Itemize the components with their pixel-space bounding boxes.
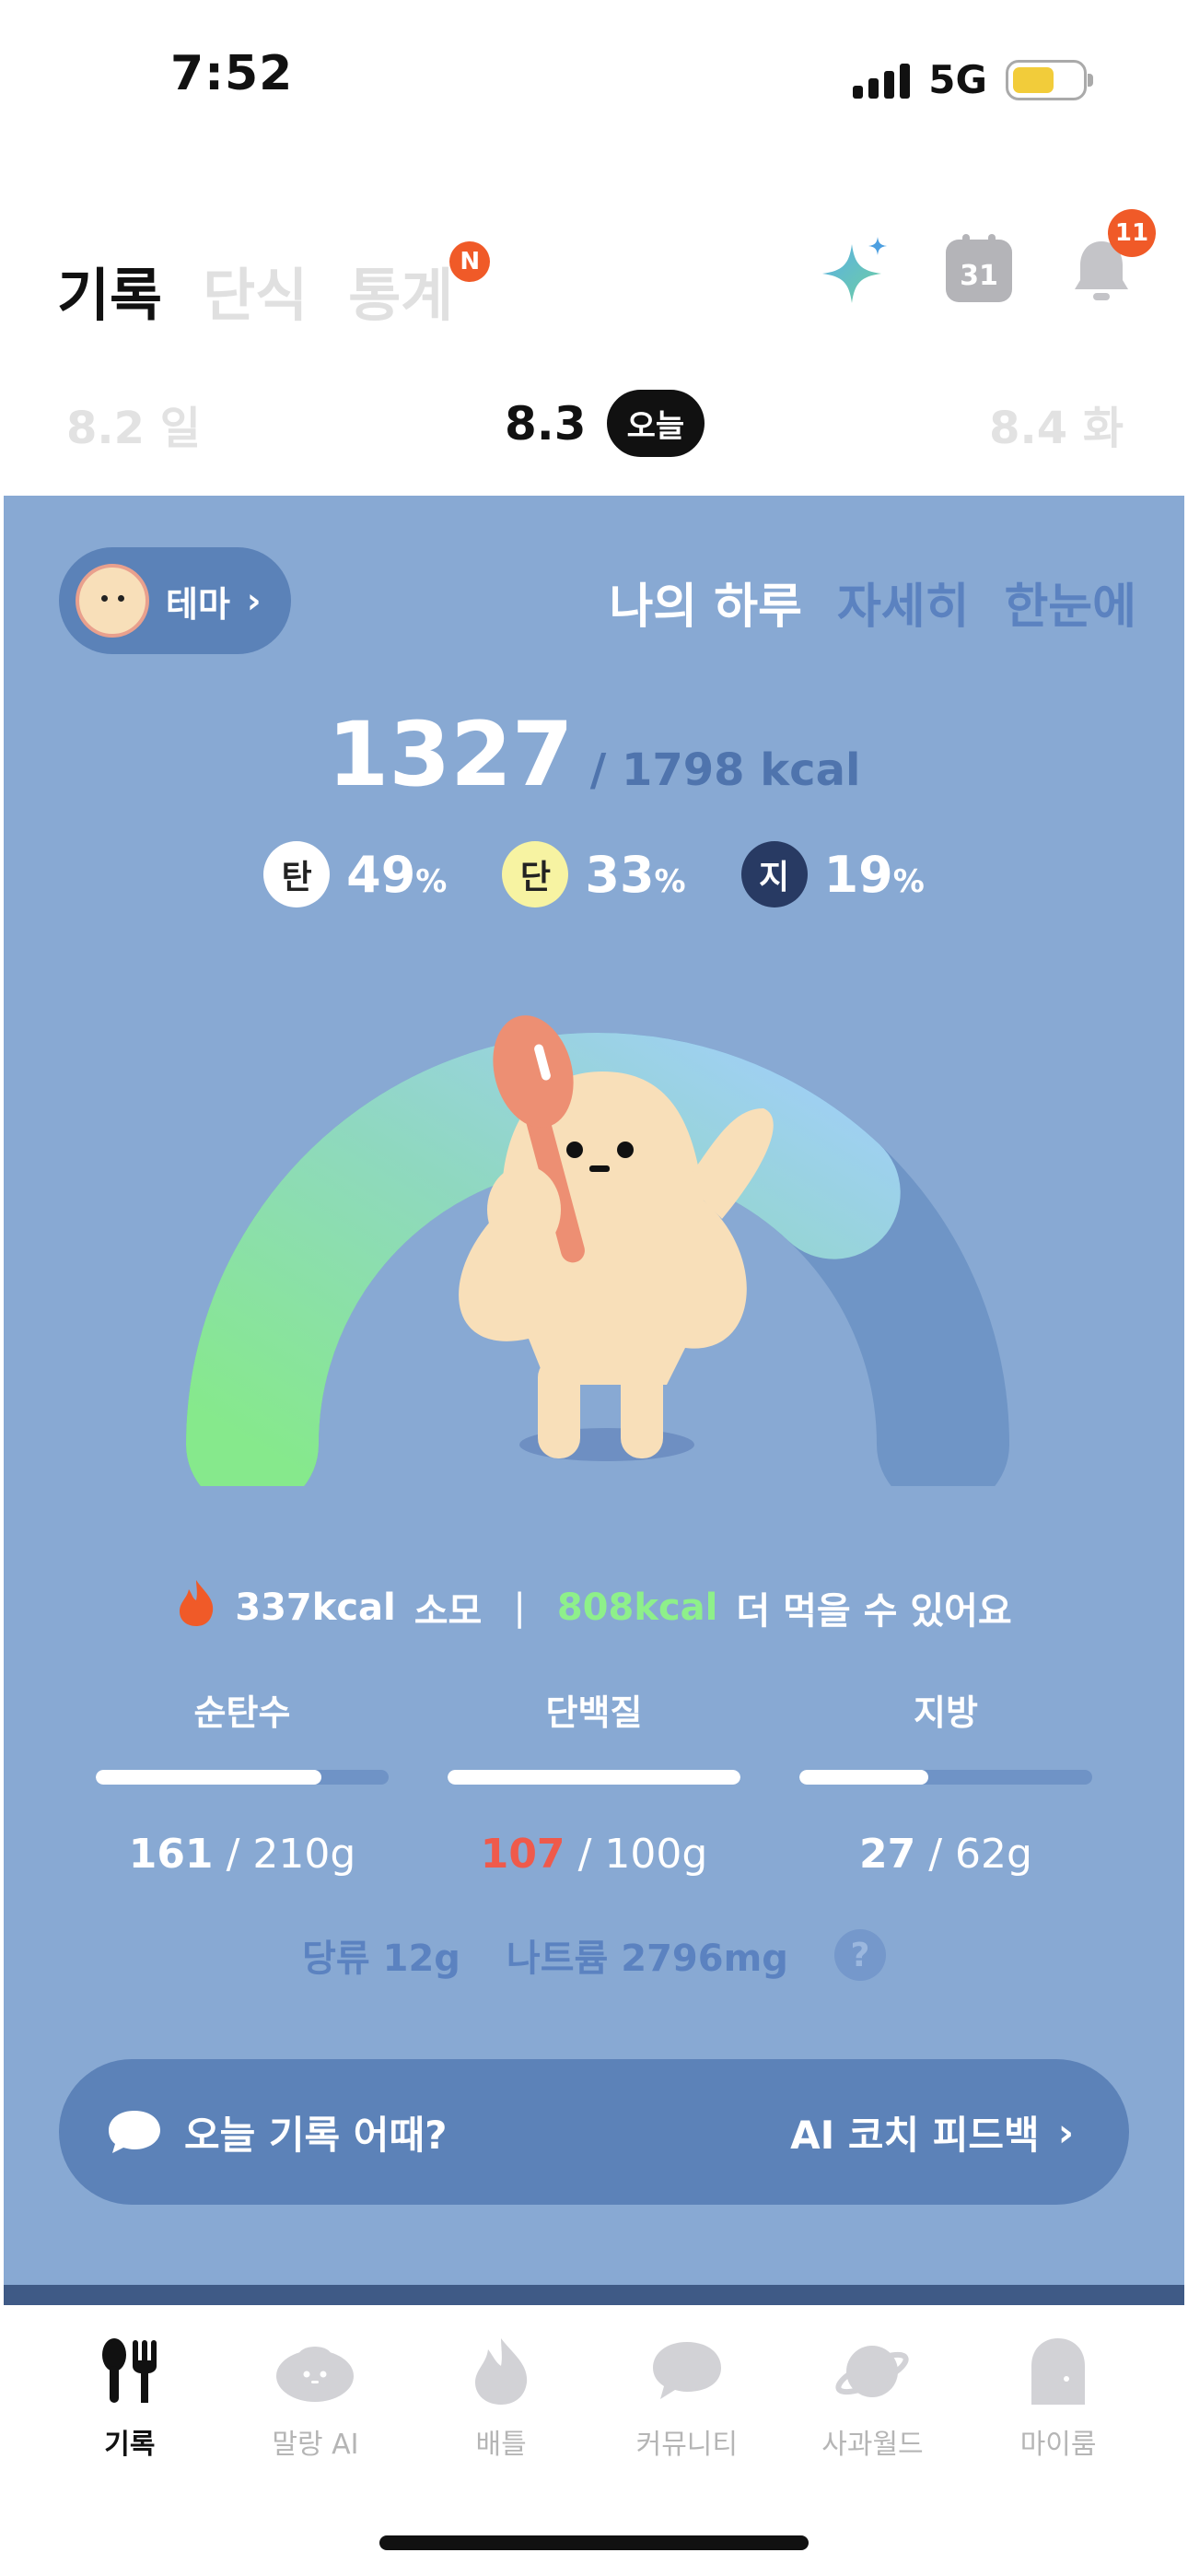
tabbar-community[interactable]: 커뮤니티 <box>604 2305 770 2480</box>
network-label: 5G <box>928 57 987 102</box>
tabbar-apple-world[interactable]: 사과월드 <box>789 2305 955 2480</box>
help-icon[interactable]: ? <box>833 1929 886 1981</box>
tab-stats[interactable]: 통계 N <box>348 241 491 332</box>
daily-summary-panel: 테마 › 나의 하루 자세히 한눈에 1327 / 1798 kcal 탄 49… <box>4 496 1184 2288</box>
kcal-eaten: 1327 <box>327 703 574 806</box>
new-badge: N <box>449 241 491 282</box>
ai-coach-feedback-button[interactable]: 오늘 기록 어때? AI 코치 피드백 › <box>59 2059 1129 2205</box>
chevron-right-icon: › <box>246 580 262 621</box>
top-tabs: 기록 단식 통계 N <box>57 241 491 332</box>
sparkle-icon[interactable] <box>821 235 892 307</box>
app-header: 기록 단식 통계 N 31 11 8.2 일 8.3 오늘 8.4 화 <box>0 157 1188 498</box>
status-indicators: 5G <box>853 57 1093 102</box>
fire-icon <box>176 1578 216 1637</box>
header-actions: 31 11 <box>821 209 1156 307</box>
status-time: 7:52 <box>170 46 294 101</box>
burn-remaining-row: 337kcal 소모 | 808kcal 더 먹을 수 있어요 <box>4 1578 1184 1637</box>
home-indicator <box>379 2535 809 2550</box>
tabbar-record[interactable]: 기록 <box>47 2305 213 2480</box>
view-tabs: 나의 하루 자세히 한눈에 <box>609 568 1136 637</box>
status-bar: 7:52 5G <box>0 0 1188 157</box>
battery-icon <box>1006 59 1093 100</box>
nutrient-protein: 단백질 107 / 100g <box>448 1684 740 1878</box>
view-tab-detail[interactable]: 자세히 <box>837 568 970 637</box>
tabbar-malang-ai[interactable]: 말랑 AI <box>232 2305 398 2480</box>
date-selector: 8.2 일 8.3 오늘 8.4 화 <box>0 382 1188 457</box>
planet-icon <box>833 2335 912 2408</box>
tab-fasting[interactable]: 단식 <box>203 249 308 332</box>
date-next[interactable]: 8.4 화 <box>989 392 1124 456</box>
progress-bar <box>96 1770 389 1785</box>
extra-nutrients: 당류 12g 나트륨 2796mg ? <box>4 1928 1184 1982</box>
progress-bar <box>448 1770 740 1785</box>
sodium-value: 나트륨 2796mg <box>506 1938 788 1980</box>
nutrient-carbs: 순탄수 161 / 210g <box>96 1684 389 1878</box>
tab-record[interactable]: 기록 <box>57 249 162 332</box>
view-tab-overview[interactable]: 한눈에 <box>1004 568 1136 637</box>
divider: | <box>513 1587 526 1629</box>
utensils-icon <box>90 2335 169 2408</box>
nutrient-bars: 순탄수 161 / 210g 단백질 107 / 100g 지방 27 / 62… <box>96 1684 1092 1878</box>
progress-bar <box>799 1770 1092 1785</box>
bottom-tab-bar: 기록 말랑 AI 배틀 커뮤니티 사과월드 마이룸 <box>0 2305 1188 2480</box>
theme-button[interactable]: 테마 › <box>59 547 291 654</box>
nutrient-fat: 지방 27 / 62g <box>799 1684 1092 1878</box>
notification-badge: 11 <box>1108 209 1156 257</box>
carb-percent: 탄 49% <box>263 841 447 907</box>
theme-avatar <box>76 564 149 638</box>
fat-percent: 지 19% <box>740 841 925 907</box>
chat-bubble-icon <box>647 2335 727 2408</box>
ghost-room-icon <box>1019 2335 1098 2408</box>
panel-divider <box>4 2285 1184 2305</box>
kcal-goal: / 1798 kcal <box>589 744 861 796</box>
tabbar-battle[interactable]: 배틀 <box>418 2305 584 2480</box>
protein-percent: 단 33% <box>502 841 686 907</box>
calorie-gauge <box>169 970 1026 1511</box>
chat-bubble-icon <box>105 2107 164 2157</box>
tabbar-my-room[interactable]: 마이룸 <box>975 2305 1141 2480</box>
macro-percent-row: 탄 49% 단 33% 지 19% <box>4 841 1184 907</box>
malang-ai-icon <box>275 2335 355 2408</box>
date-current[interactable]: 8.3 오늘 <box>505 390 705 457</box>
calendar-icon[interactable]: 31 <box>943 234 1015 307</box>
chevron-right-icon: › <box>1057 2109 1074 2155</box>
kcal-summary: 1327 / 1798 kcal <box>4 703 1184 806</box>
bell-icon[interactable]: 11 <box>1066 209 1156 307</box>
signal-icon <box>853 62 911 99</box>
view-tab-my-day[interactable]: 나의 하루 <box>609 568 801 637</box>
today-pill: 오늘 <box>606 390 705 457</box>
flame-icon <box>461 2335 541 2408</box>
sugar-value: 당류 12g <box>302 1938 460 1980</box>
date-prev[interactable]: 8.2 일 <box>66 392 201 456</box>
